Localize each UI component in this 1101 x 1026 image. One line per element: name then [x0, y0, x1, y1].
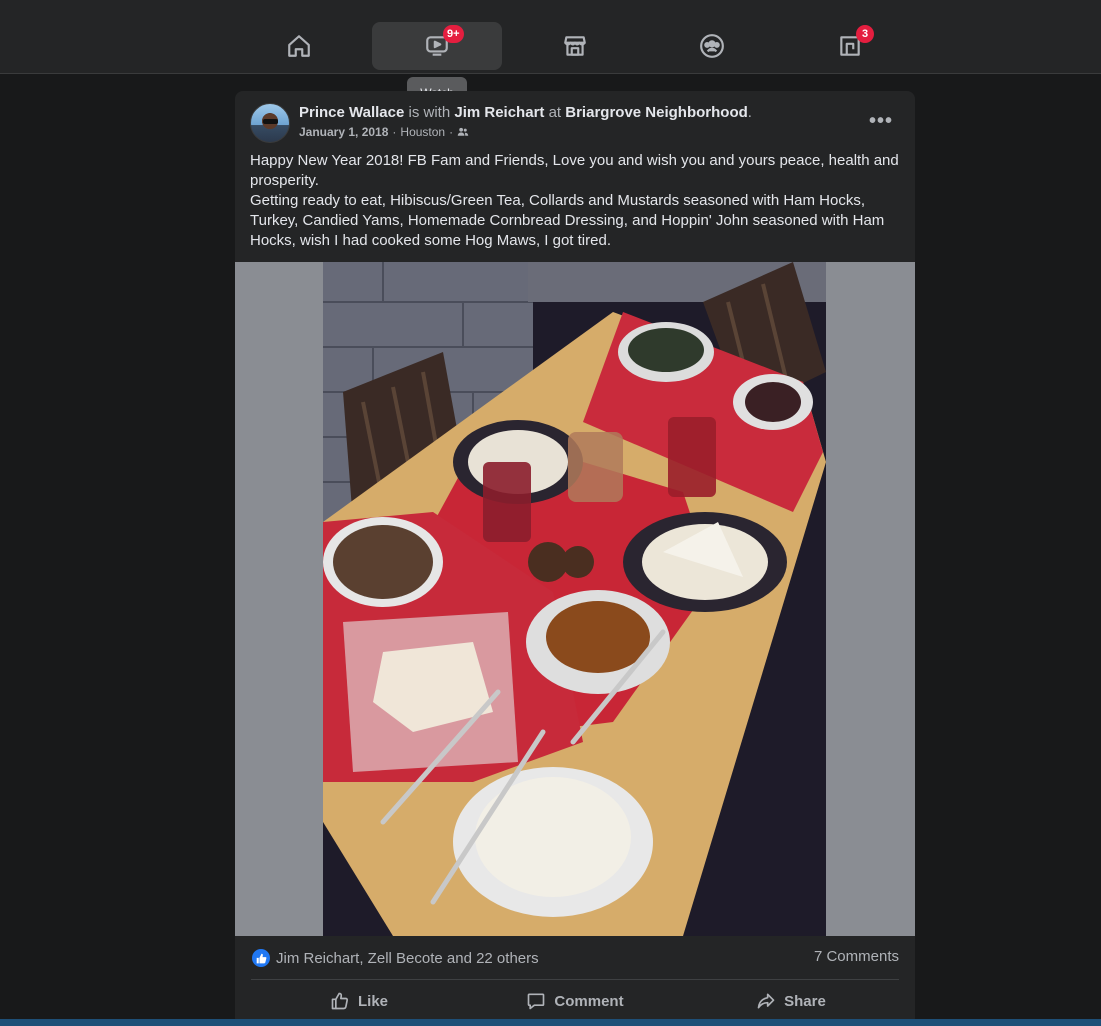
post-meta: January 1, 2018 · Houston · — [299, 125, 469, 139]
top-navigation-bar: 9+ 3 — [0, 0, 1101, 74]
tab-marketplace[interactable] — [510, 22, 640, 70]
os-taskbar-edge — [0, 1019, 1101, 1026]
like-label: Like — [357, 992, 388, 1010]
comment-label: Comment — [554, 992, 624, 1010]
separator: · — [392, 125, 397, 139]
share-button[interactable]: Share — [683, 984, 899, 1018]
comments-count-link[interactable]: 7 Comments — [814, 948, 899, 965]
tagged-person-link[interactable]: Jim Reichart — [454, 104, 544, 121]
like-reaction-icon — [252, 949, 270, 967]
footer-divider — [251, 979, 899, 980]
tab-home[interactable] — [234, 22, 364, 70]
tab-groups[interactable] — [647, 22, 777, 70]
thumbs-up-icon — [331, 992, 348, 1010]
tab-watch[interactable]: 9+ — [372, 22, 502, 70]
author-name-link[interactable]: Prince Wallace — [299, 104, 404, 121]
post-date-link[interactable]: January 1, 2018 — [299, 125, 388, 139]
watch-notification-badge: 9+ — [443, 25, 464, 43]
post-place[interactable]: Houston — [400, 125, 445, 139]
tab-gaming[interactable]: 3 — [785, 22, 915, 70]
photo-container — [235, 262, 915, 936]
post-header: Prince Wallace is with Jim Reichart at B… — [299, 104, 752, 121]
groups-icon — [700, 34, 724, 58]
sunglasses-detail — [263, 119, 278, 124]
share-icon — [757, 993, 775, 1009]
marketplace-icon — [564, 36, 586, 56]
reactions-text: Jim Reichart, Zell Becote and 22 others — [276, 949, 539, 967]
post-actions: Like Comment Share — [251, 984, 899, 1018]
share-label: Share — [784, 992, 826, 1010]
reactions-summary[interactable]: Jim Reichart, Zell Becote and 22 others — [252, 948, 539, 968]
post-body-text: Happy New Year 2018! FB Fam and Friends,… — [250, 151, 900, 251]
post-card: Prince Wallace is with Jim Reichart at B… — [235, 91, 915, 1026]
post-options-button[interactable]: ••• — [865, 107, 897, 135]
dinner-table-photo[interactable] — [323, 262, 826, 936]
with-text: is with — [404, 104, 455, 121]
period-text: . — [747, 104, 752, 121]
post-text-line: Getting ready to eat, Hibiscus/Green Tea… — [250, 192, 885, 249]
home-icon — [288, 35, 310, 57]
comment-icon — [528, 993, 545, 1010]
comment-button[interactable]: Comment — [467, 984, 683, 1018]
friends-icon — [457, 127, 469, 136]
location-link[interactable]: Briargrove Neighborhood — [565, 104, 748, 121]
post-text-line: Happy New Year 2018! FB Fam and Friends,… — [250, 152, 899, 189]
separator: · — [449, 125, 454, 139]
avatar[interactable] — [250, 103, 290, 143]
at-text: at — [544, 104, 566, 121]
gaming-notification-badge: 3 — [856, 25, 874, 43]
like-button[interactable]: Like — [251, 984, 467, 1018]
